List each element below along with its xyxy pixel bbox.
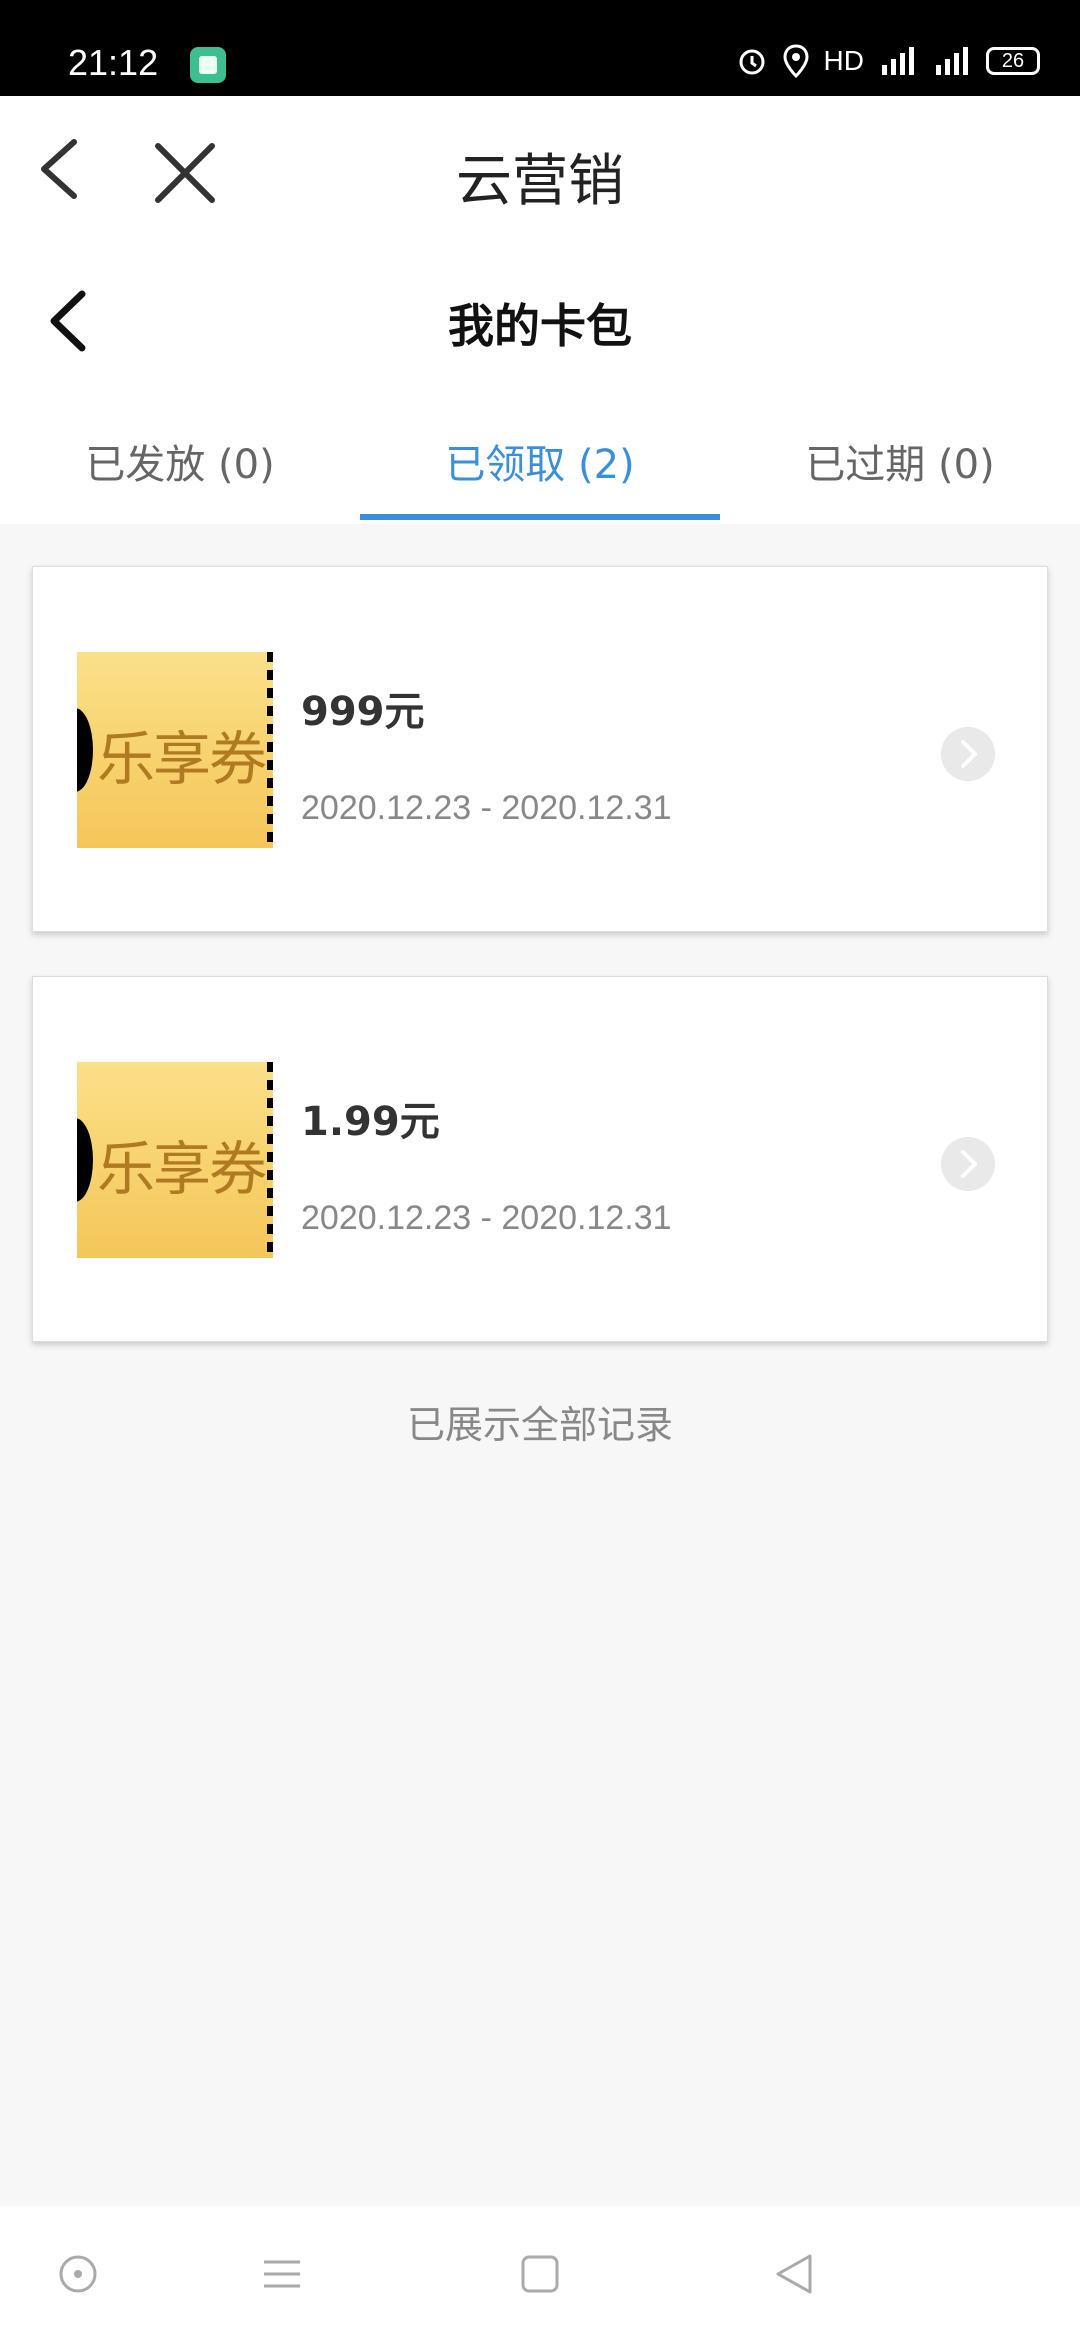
page-title: 我的卡包 bbox=[448, 299, 632, 353]
coupon-card[interactable]: 乐享券 999元 2020.12.23 - 2020.12.31 bbox=[32, 566, 1048, 932]
coupon-image: 乐享券 bbox=[77, 1062, 273, 1258]
assistant-dot-icon[interactable] bbox=[48, 2244, 108, 2304]
app-title: 云营销 bbox=[456, 149, 624, 214]
coupon-perforation bbox=[267, 652, 273, 848]
status-bar: 21:12 HD 26 bbox=[0, 0, 1080, 96]
battery-indicator: 26 bbox=[986, 47, 1040, 75]
menu-icon[interactable] bbox=[252, 2244, 312, 2304]
signal-icon bbox=[936, 47, 968, 75]
coupon-amount: 999元 bbox=[301, 689, 425, 735]
tab-received[interactable]: 已领取 (2) bbox=[360, 432, 720, 490]
coupon-perforation bbox=[267, 1062, 273, 1258]
coupon-date-range: 2020.12.23 - 2020.12.31 bbox=[301, 789, 672, 827]
coupon-image: 乐享券 bbox=[77, 652, 273, 848]
back-triangle-icon[interactable] bbox=[764, 2244, 824, 2304]
coupon-notch bbox=[77, 1118, 93, 1202]
home-square-icon[interactable] bbox=[510, 2244, 570, 2304]
status-time: 21:12 bbox=[68, 42, 159, 83]
coupon-amount: 1.99元 bbox=[301, 1099, 440, 1145]
tab-issued[interactable]: 已发放 (0) bbox=[0, 432, 360, 490]
chevron-right-icon[interactable] bbox=[941, 1137, 995, 1191]
tab-expired[interactable]: 已过期 (0) bbox=[720, 432, 1080, 490]
coupon-image-text: 乐享券 bbox=[97, 1135, 267, 1203]
coupon-image-text: 乐享券 bbox=[97, 725, 267, 793]
coupon-card[interactable]: 乐享券 1.99元 2020.12.23 - 2020.12.31 bbox=[32, 976, 1048, 1342]
all-records-shown-note: 已展示全部记录 bbox=[406, 1403, 673, 1447]
tab-bar: 已发放 (0) 已领取 (2) 已过期 (0) bbox=[0, 418, 1080, 522]
chevron-right-icon[interactable] bbox=[941, 727, 995, 781]
active-tab-indicator bbox=[360, 514, 720, 520]
system-nav-bar bbox=[0, 2206, 1080, 2340]
coupon-notch bbox=[77, 708, 93, 792]
location-icon bbox=[783, 44, 809, 78]
app-notification-icon bbox=[190, 47, 226, 83]
signal-icon bbox=[882, 47, 914, 75]
hd-label: HD bbox=[823, 45, 864, 76]
coupon-date-range: 2020.12.23 - 2020.12.31 bbox=[301, 1199, 672, 1237]
alarm-icon bbox=[739, 49, 765, 75]
status-icons: HD 26 bbox=[736, 44, 1040, 78]
